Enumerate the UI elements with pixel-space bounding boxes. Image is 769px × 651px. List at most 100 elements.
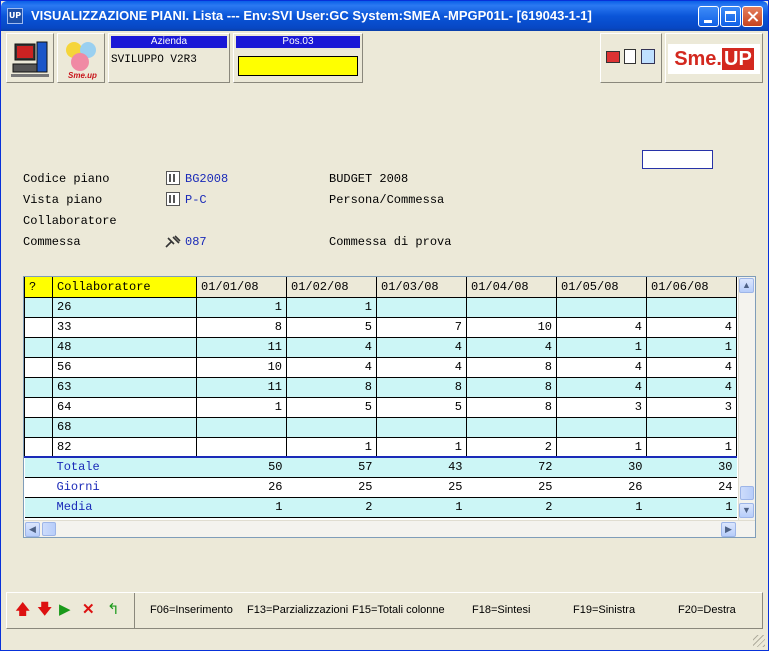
monitor-icon[interactable] <box>606 51 620 63</box>
value-cell[interactable]: 4 <box>376 336 467 358</box>
value-cell[interactable]: 1 <box>286 436 377 458</box>
cancel-icon[interactable]: ✕ <box>82 602 95 618</box>
header-month-4[interactable]: 01/04/08 <box>466 277 557 298</box>
value-cell[interactable] <box>556 416 647 438</box>
value-cell[interactable]: 4 <box>556 316 647 338</box>
table-row[interactable]: 68 <box>24 416 737 438</box>
value-cell[interactable]: 4 <box>556 376 647 398</box>
table-row[interactable]: 64 1 5 5 8 3 3 <box>24 396 737 418</box>
value-cell[interactable]: 8 <box>376 376 467 398</box>
row-select[interactable] <box>24 396 53 418</box>
smeup-small-logo-button[interactable]: Sme.up <box>57 33 105 83</box>
table-row[interactable]: 82 1 1 2 1 1 <box>24 436 737 458</box>
value-cell[interactable]: 1 <box>286 296 377 318</box>
value-cell[interactable]: 1 <box>376 436 467 458</box>
document-icon[interactable] <box>624 49 636 64</box>
value-cell[interactable]: 4 <box>646 356 737 378</box>
value-cell[interactable]: 11 <box>196 376 287 398</box>
horizontal-scroll-thumb[interactable] <box>42 522 56 536</box>
computer-icon-button[interactable] <box>6 33 54 83</box>
value-cell[interactable]: 7 <box>376 316 467 338</box>
value-cell[interactable]: 3 <box>556 396 647 418</box>
play-icon[interactable]: ▶ <box>59 602 71 618</box>
vertical-scroll-thumb[interactable] <box>740 486 754 500</box>
value-cell[interactable]: 4 <box>646 316 737 338</box>
value-cell[interactable]: 1 <box>556 336 647 358</box>
row-select[interactable] <box>24 316 53 338</box>
maximize-button[interactable] <box>720 6 741 27</box>
table-row[interactable]: 26 1 1 <box>24 296 737 318</box>
row-select[interactable] <box>24 296 53 318</box>
value-cell[interactable] <box>376 416 467 438</box>
value-cell[interactable]: 1 <box>556 436 647 458</box>
value-cell[interactable]: 10 <box>196 356 287 378</box>
tools-icon[interactable] <box>165 235 181 249</box>
row-select[interactable] <box>24 336 53 358</box>
scroll-up-button[interactable]: ▲ <box>739 278 754 293</box>
value-cell[interactable]: 4 <box>556 356 647 378</box>
top-right-input[interactable] <box>642 150 713 169</box>
header-question-cell[interactable]: ? <box>24 277 53 298</box>
f15-key[interactable]: F15=Totali colonne <box>352 604 445 616</box>
value-cell[interactable]: 8 <box>466 376 557 398</box>
value-cell[interactable]: 1 <box>646 336 737 358</box>
value-cell[interactable]: 1 <box>196 396 287 418</box>
value-cell[interactable] <box>286 416 377 438</box>
value-cell[interactable]: 5 <box>286 316 377 338</box>
header-month-3[interactable]: 01/03/08 <box>376 277 467 298</box>
value-cell[interactable]: 4 <box>646 376 737 398</box>
value-cell[interactable]: 4 <box>376 356 467 378</box>
value-cell[interactable] <box>556 296 647 318</box>
value-cell[interactable]: 8 <box>196 316 287 338</box>
arrow-down-icon[interactable]: 🡇 <box>37 602 52 618</box>
minimize-button[interactable] <box>698 6 719 27</box>
value-cell[interactable]: 11 <box>196 336 287 358</box>
row-select[interactable] <box>24 416 53 438</box>
value-cell[interactable]: 3 <box>646 396 737 418</box>
value-cell[interactable] <box>196 436 287 458</box>
value-cell[interactable]: 4 <box>286 336 377 358</box>
vertical-scrollbar[interactable]: ▲ ▼ <box>738 277 755 520</box>
book-icon[interactable] <box>641 49 655 64</box>
f20-key[interactable]: F20=Destra <box>678 604 736 616</box>
value-cell[interactable]: 5 <box>286 396 377 418</box>
pos-field[interactable] <box>238 56 358 76</box>
arrow-up-icon[interactable]: 🡅 <box>15 602 30 618</box>
value-cell[interactable] <box>646 296 737 318</box>
value-cell[interactable] <box>466 416 557 438</box>
row-select[interactable] <box>24 436 53 458</box>
table-row[interactable]: 48 11 4 4 4 1 1 <box>24 336 737 358</box>
value-cell[interactable]: 4 <box>466 336 557 358</box>
value-cell[interactable]: 8 <box>286 376 377 398</box>
value-cell[interactable] <box>466 296 557 318</box>
f18-key[interactable]: F18=Sintesi <box>472 604 530 616</box>
table-row[interactable]: 33 8 5 7 10 4 4 <box>24 316 737 338</box>
scroll-right-button[interactable]: ▶ <box>721 522 736 537</box>
f06-key[interactable]: F06=Inserimento <box>150 604 233 616</box>
value-cell[interactable]: 1 <box>646 436 737 458</box>
row-select[interactable] <box>24 356 53 378</box>
f13-key[interactable]: F13=Parzializzazioni <box>247 604 348 616</box>
close-button[interactable] <box>742 6 763 27</box>
header-month-5[interactable]: 01/05/08 <box>556 277 647 298</box>
value-cell[interactable]: 1 <box>196 296 287 318</box>
value-cell[interactable] <box>646 416 737 438</box>
value-cell[interactable]: 10 <box>466 316 557 338</box>
grid-object-icon[interactable] <box>166 171 180 185</box>
return-icon[interactable]: ↰ <box>107 602 120 618</box>
table-row[interactable]: 63 11 8 8 8 4 4 <box>24 376 737 398</box>
grid-object-icon[interactable] <box>166 192 180 206</box>
f19-key[interactable]: F19=Sinistra <box>573 604 635 616</box>
value-cell[interactable] <box>376 296 467 318</box>
value-cell[interactable]: 5 <box>376 396 467 418</box>
header-month-2[interactable]: 01/02/08 <box>286 277 377 298</box>
value-cell[interactable]: 8 <box>466 396 557 418</box>
header-collaboratore[interactable]: Collaboratore <box>52 277 197 298</box>
title-bar[interactable]: UP VISUALIZZAZIONE PIANI. Lista --- Env:… <box>1 1 768 31</box>
value-cell[interactable] <box>196 416 287 438</box>
value-cell[interactable]: 8 <box>466 356 557 378</box>
value-cell[interactable]: 2 <box>466 436 557 458</box>
value-cell[interactable]: 4 <box>286 356 377 378</box>
scroll-left-button[interactable]: ◀ <box>25 522 40 537</box>
header-month-1[interactable]: 01/01/08 <box>196 277 287 298</box>
